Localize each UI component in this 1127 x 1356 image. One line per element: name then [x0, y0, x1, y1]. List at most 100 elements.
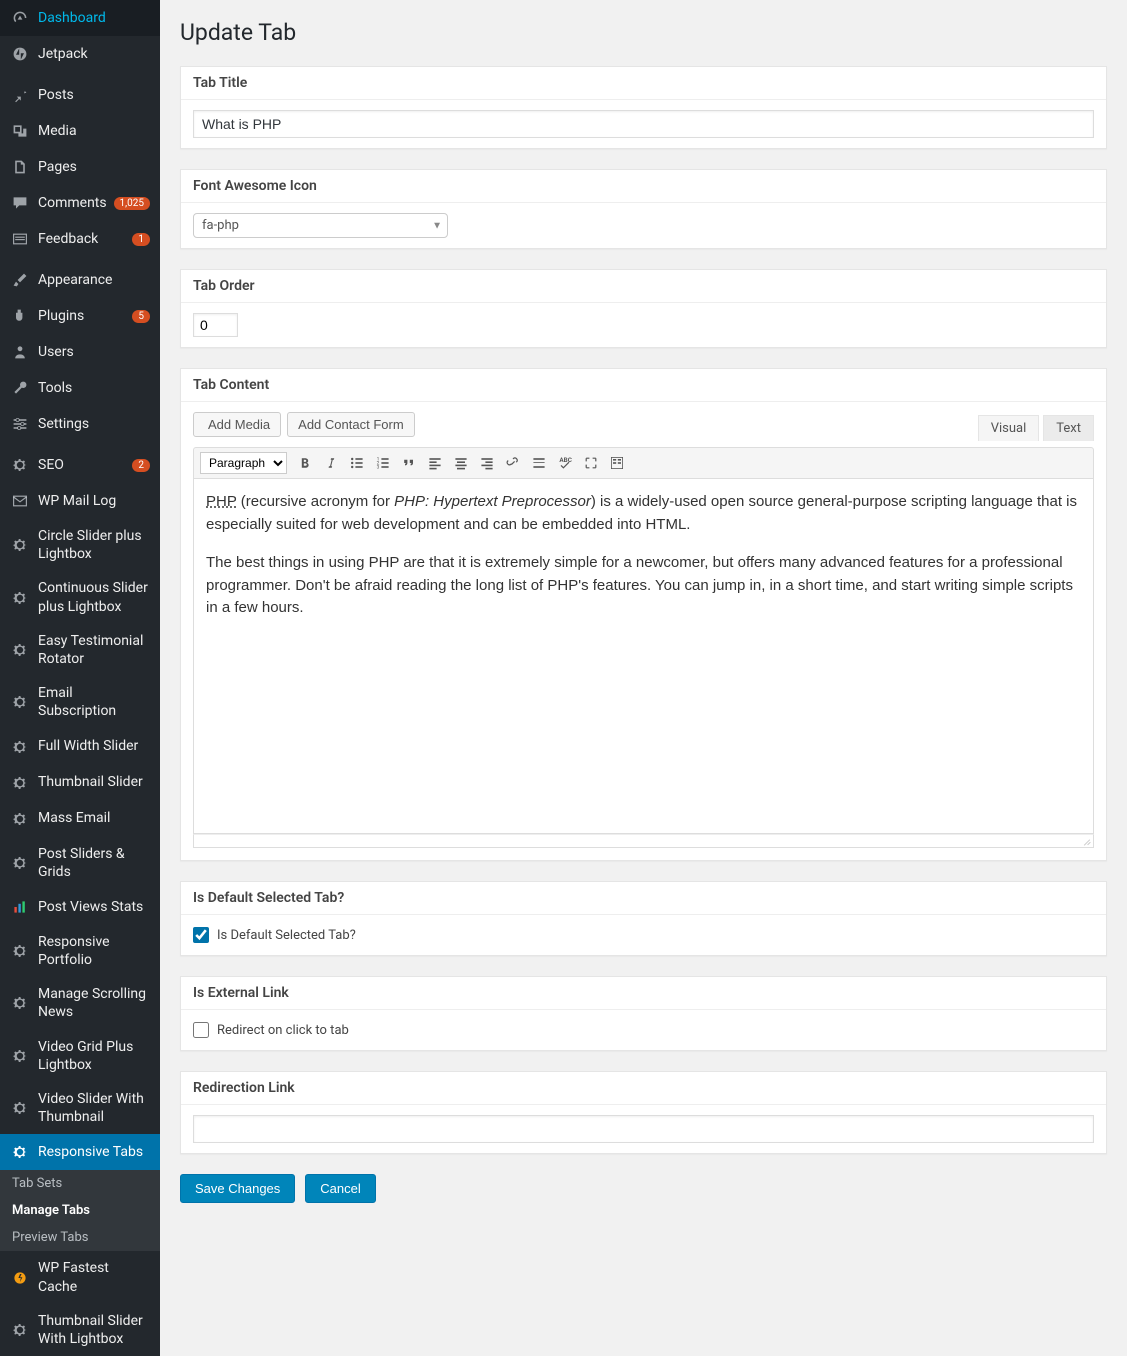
- icon-select[interactable]: fa-php ▼: [193, 213, 448, 238]
- sidebar-item-tools[interactable]: Tools: [0, 370, 160, 406]
- editor-statusbar: [193, 834, 1094, 848]
- mail-icon: [10, 491, 30, 511]
- align-center-button[interactable]: [449, 451, 473, 475]
- italic-button[interactable]: [319, 451, 343, 475]
- sidebar-item-label: Dashboard: [38, 9, 150, 27]
- default-tab-label[interactable]: Is Default Selected Tab?: [217, 928, 356, 943]
- sidebar-item-full-width-slider[interactable]: Full Width Slider: [0, 729, 160, 765]
- sidebar-item-appearance[interactable]: Appearance: [0, 262, 160, 298]
- sidebar-item-label: Media: [38, 122, 150, 140]
- sidebar-subitem-preview-tabs[interactable]: Preview Tabs: [0, 1224, 160, 1251]
- gear-icon: [10, 1098, 30, 1118]
- default-tab-checkbox[interactable]: [193, 927, 209, 943]
- sidebar-subitem-manage-tabs[interactable]: Manage Tabs: [0, 1197, 160, 1224]
- brush-icon: [10, 270, 30, 290]
- sidebar-subitem-tab-sets[interactable]: Tab Sets: [0, 1170, 160, 1197]
- gear-icon: [10, 640, 30, 660]
- align-right-button[interactable]: [475, 451, 499, 475]
- sidebar-item-label: Video Grid Plus Lightbox: [38, 1038, 150, 1074]
- redirect-input[interactable]: [193, 1115, 1094, 1143]
- resize-handle[interactable]: [1081, 835, 1091, 845]
- sidebar-item-label: Post Sliders & Grids: [38, 845, 150, 881]
- sidebar-item-manage-scrolling-news[interactable]: Manage Scrolling News: [0, 977, 160, 1029]
- tab-visual[interactable]: Visual: [978, 415, 1040, 441]
- tab-text[interactable]: Text: [1043, 415, 1094, 441]
- sidebar-item-easy-testimonial-rotator[interactable]: Easy Testimonial Rotator: [0, 624, 160, 676]
- order-input[interactable]: [193, 313, 238, 337]
- main-content: Update Tab Tab Title Font Awesome Icon f…: [160, 0, 1127, 1356]
- dashboard-icon: [10, 8, 30, 28]
- sidebar-item-posts[interactable]: Posts: [0, 77, 160, 113]
- external-link-checkbox[interactable]: [193, 1022, 209, 1038]
- sidebar-item-label: Tools: [38, 379, 150, 397]
- sidebar-item-dashboard[interactable]: Dashboard: [0, 0, 160, 36]
- align-left-button[interactable]: [423, 451, 447, 475]
- external-link-heading: Is External Link: [181, 977, 1106, 1010]
- plugin-icon: [10, 306, 30, 326]
- sidebar-item-thumbnail-slider[interactable]: Thumbnail Slider: [0, 765, 160, 801]
- toolbar-toggle-button[interactable]: [605, 451, 629, 475]
- editor-toolbar: Paragraph 123 ABC: [193, 447, 1094, 479]
- add-media-button[interactable]: Add Media: [193, 412, 281, 437]
- sidebar-item-label: Plugins: [38, 307, 128, 325]
- sidebar-item-label: Continuous Slider plus Lightbox: [38, 579, 150, 615]
- sidebar-item-email-subscription[interactable]: Email Subscription: [0, 676, 160, 728]
- sidebar-item-wp-fastest-cache[interactable]: WP Fastest Cache: [0, 1251, 160, 1303]
- sidebar-item-label: Video Slider With Thumbnail: [38, 1090, 150, 1126]
- sidebar-item-post-views-stats[interactable]: Post Views Stats: [0, 889, 160, 925]
- gear-icon: [10, 941, 30, 961]
- svg-text:3: 3: [377, 465, 380, 471]
- sidebar-item-users[interactable]: Users: [0, 334, 160, 370]
- sidebar-item-seo[interactable]: SEO2: [0, 447, 160, 483]
- quote-button[interactable]: [397, 451, 421, 475]
- sidebar-badge: 1,025: [114, 197, 150, 210]
- sidebar-item-post-sliders-grids[interactable]: Post Sliders & Grids: [0, 837, 160, 889]
- external-link-label[interactable]: Redirect on click to tab: [217, 1023, 349, 1038]
- sidebar-item-video-grid-plus-lightbox[interactable]: Video Grid Plus Lightbox: [0, 1030, 160, 1082]
- save-button[interactable]: Save Changes: [180, 1174, 295, 1203]
- sidebar-badge: 1: [132, 233, 150, 246]
- sidebar-item-label: Full Width Slider: [38, 737, 150, 755]
- tab-title-input[interactable]: [193, 110, 1094, 138]
- sidebar-item-circle-slider-plus-lightbox[interactable]: Circle Slider plus Lightbox: [0, 519, 160, 571]
- sidebar-item-plugins[interactable]: Plugins 5: [0, 298, 160, 334]
- add-contact-button[interactable]: Add Contact Form: [287, 412, 415, 437]
- sidebar-item-label: Settings: [38, 415, 150, 433]
- fullscreen-button[interactable]: [579, 451, 603, 475]
- sidebar-badge: 5: [132, 310, 150, 323]
- readmore-button[interactable]: [527, 451, 551, 475]
- bold-button[interactable]: [293, 451, 317, 475]
- sidebar-item-feedback[interactable]: Feedback1: [0, 221, 160, 257]
- content-box: Tab Content Add Media Add Contact Form V…: [180, 368, 1107, 861]
- sidebar-item-label: SEO: [38, 456, 128, 474]
- gear-icon: [10, 737, 30, 757]
- sidebar-item-responsive-portfolio[interactable]: Responsive Portfolio: [0, 925, 160, 977]
- format-select[interactable]: Paragraph: [200, 452, 287, 474]
- sidebar-item-label: Easy Testimonial Rotator: [38, 632, 150, 668]
- sidebar-item-label: Thumbnail Slider With Lightbox: [38, 1312, 150, 1348]
- link-button[interactable]: [501, 451, 525, 475]
- sidebar-item-video-slider-with-thumbnail[interactable]: Video Slider With Thumbnail: [0, 1082, 160, 1134]
- comment-icon: [10, 193, 30, 213]
- ul-button[interactable]: [345, 451, 369, 475]
- sidebar-item-thumbnail-slider-with-lightbox[interactable]: Thumbnail Slider With Lightbox: [0, 1304, 160, 1356]
- sidebar-item-settings[interactable]: Settings: [0, 406, 160, 442]
- sidebar-item-wp-mail-log[interactable]: WP Mail Log: [0, 483, 160, 519]
- sidebar-item-pages[interactable]: Pages: [0, 149, 160, 185]
- sidebar-item-comments[interactable]: Comments1,025: [0, 185, 160, 221]
- sidebar-item-responsive-tabs[interactable]: Responsive Tabs: [0, 1134, 160, 1170]
- gear-icon: [10, 809, 30, 829]
- gear-icon: [10, 773, 30, 793]
- sidebar-item-mass-email[interactable]: Mass Email: [0, 801, 160, 837]
- order-box: Tab Order: [180, 269, 1107, 348]
- spellcheck-button[interactable]: ABC: [553, 451, 577, 475]
- sidebar-item-continuous-slider-plus-lightbox[interactable]: Continuous Slider plus Lightbox: [0, 571, 160, 623]
- editor-textarea[interactable]: PHP (recursive acronym for PHP: Hypertex…: [193, 479, 1094, 834]
- cancel-button[interactable]: Cancel: [305, 1174, 375, 1203]
- content-heading: Tab Content: [181, 369, 1106, 402]
- sidebar-item-label: Jetpack: [38, 45, 150, 63]
- pin-icon: [10, 85, 30, 105]
- sidebar-item-media[interactable]: Media: [0, 113, 160, 149]
- sidebar-item-jetpack[interactable]: Jetpack: [0, 36, 160, 72]
- ol-button[interactable]: 123: [371, 451, 395, 475]
